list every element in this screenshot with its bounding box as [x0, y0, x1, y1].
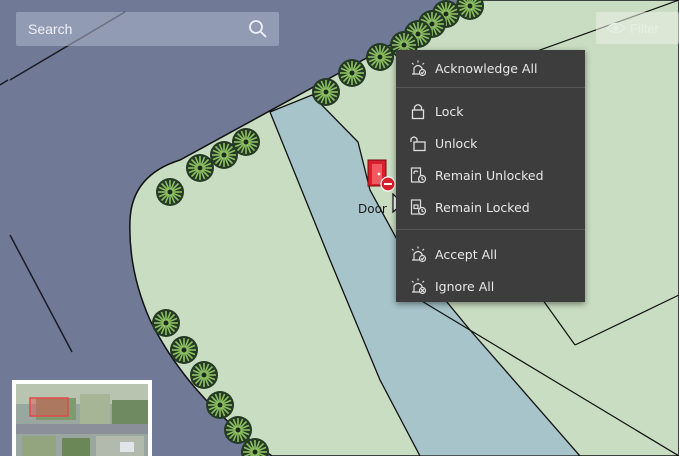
unlock-icon [409, 134, 427, 152]
menu-item-label: Lock [435, 103, 464, 119]
context-menu: Acknowledge All Lock Unlock Remain Unloc… [396, 50, 585, 302]
alarm-acknowledge-icon [409, 59, 427, 77]
menu-item-label: Remain Unlocked [435, 167, 544, 183]
door-marker[interactable] [366, 158, 398, 192]
menu-item-remain-locked[interactable]: Remain Locked [396, 193, 585, 221]
menu-item-label: Acknowledge All [435, 60, 538, 76]
menu-item-lock[interactable]: Lock [396, 97, 585, 125]
menu-item-label: Remain Locked [435, 199, 530, 215]
menu-item-label: Accept All [435, 246, 498, 262]
search-icon[interactable] [247, 18, 269, 40]
lock-icon [409, 102, 427, 120]
eye-icon [606, 22, 626, 34]
menu-item-remain-unlocked[interactable]: Remain Unlocked [396, 161, 585, 189]
minimap[interactable] [12, 380, 152, 456]
menu-item-label: Unlock [435, 135, 478, 151]
menu-item-acknowledge-all[interactable]: Acknowledge All [396, 54, 585, 82]
search-input[interactable] [26, 20, 247, 38]
filter-button[interactable]: Filter [596, 12, 679, 44]
menu-item-ignore-all[interactable]: Ignore All [396, 272, 585, 300]
menu-item-unlock[interactable]: Unlock [396, 129, 585, 157]
map-view[interactable]: Filter Door Acknowl [0, 0, 679, 456]
filter-label: Filter [630, 20, 659, 36]
minimap-image [16, 384, 148, 456]
alarm-accept-icon [409, 245, 427, 263]
minimap-viewport [29, 397, 69, 417]
remain-unlocked-icon [409, 166, 427, 184]
alarm-ignore-icon [409, 277, 427, 295]
map-search-box[interactable] [16, 12, 279, 46]
door-label: Door [358, 202, 387, 216]
menu-item-accept-all[interactable]: Accept All [396, 240, 585, 268]
menu-item-label: Ignore All [435, 278, 495, 294]
remain-locked-icon [409, 198, 427, 216]
